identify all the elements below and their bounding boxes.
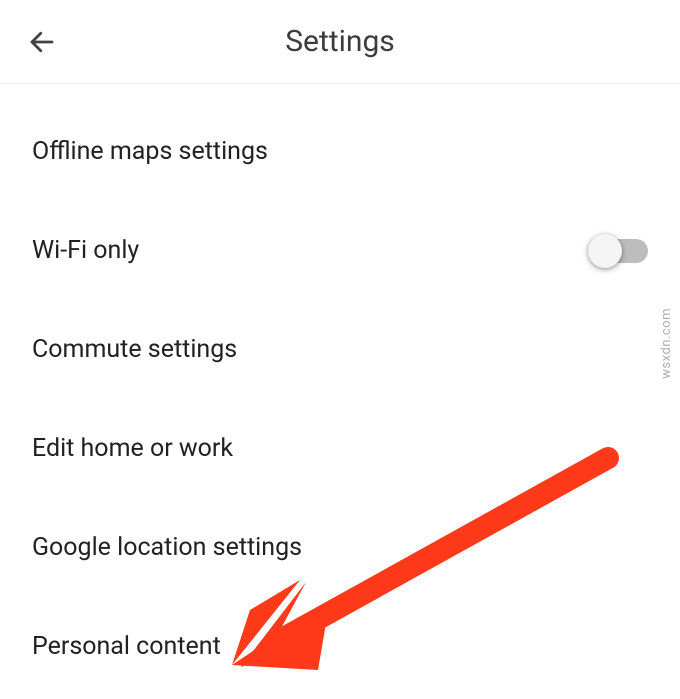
- settings-item-edit-home-work[interactable]: Edit home or work: [0, 399, 680, 498]
- settings-item-personal-content[interactable]: Personal content: [0, 597, 680, 696]
- page-title: Settings: [285, 24, 395, 59]
- back-button[interactable]: [20, 20, 64, 64]
- settings-item-offline-maps[interactable]: Offline maps settings: [0, 102, 680, 201]
- toggle-knob: [588, 234, 622, 268]
- settings-item-label: Personal content: [32, 632, 221, 661]
- settings-item-wifi-only[interactable]: Wi-Fi only: [0, 201, 680, 300]
- settings-item-label: Offline maps settings: [32, 137, 268, 166]
- settings-item-google-location[interactable]: Google location settings: [0, 498, 680, 597]
- settings-item-label: Edit home or work: [32, 434, 233, 463]
- settings-list: Offline maps settings Wi-Fi only Commute…: [0, 84, 680, 696]
- settings-item-commute[interactable]: Commute settings: [0, 300, 680, 399]
- header-bar: Settings: [0, 0, 680, 84]
- settings-item-label: Google location settings: [32, 533, 302, 562]
- watermark-text: wsxdn.com: [659, 308, 674, 379]
- settings-item-label: Commute settings: [32, 335, 237, 364]
- wifi-only-toggle[interactable]: [592, 239, 648, 263]
- back-arrow-icon: [27, 27, 57, 57]
- settings-item-label: Wi-Fi only: [32, 236, 139, 265]
